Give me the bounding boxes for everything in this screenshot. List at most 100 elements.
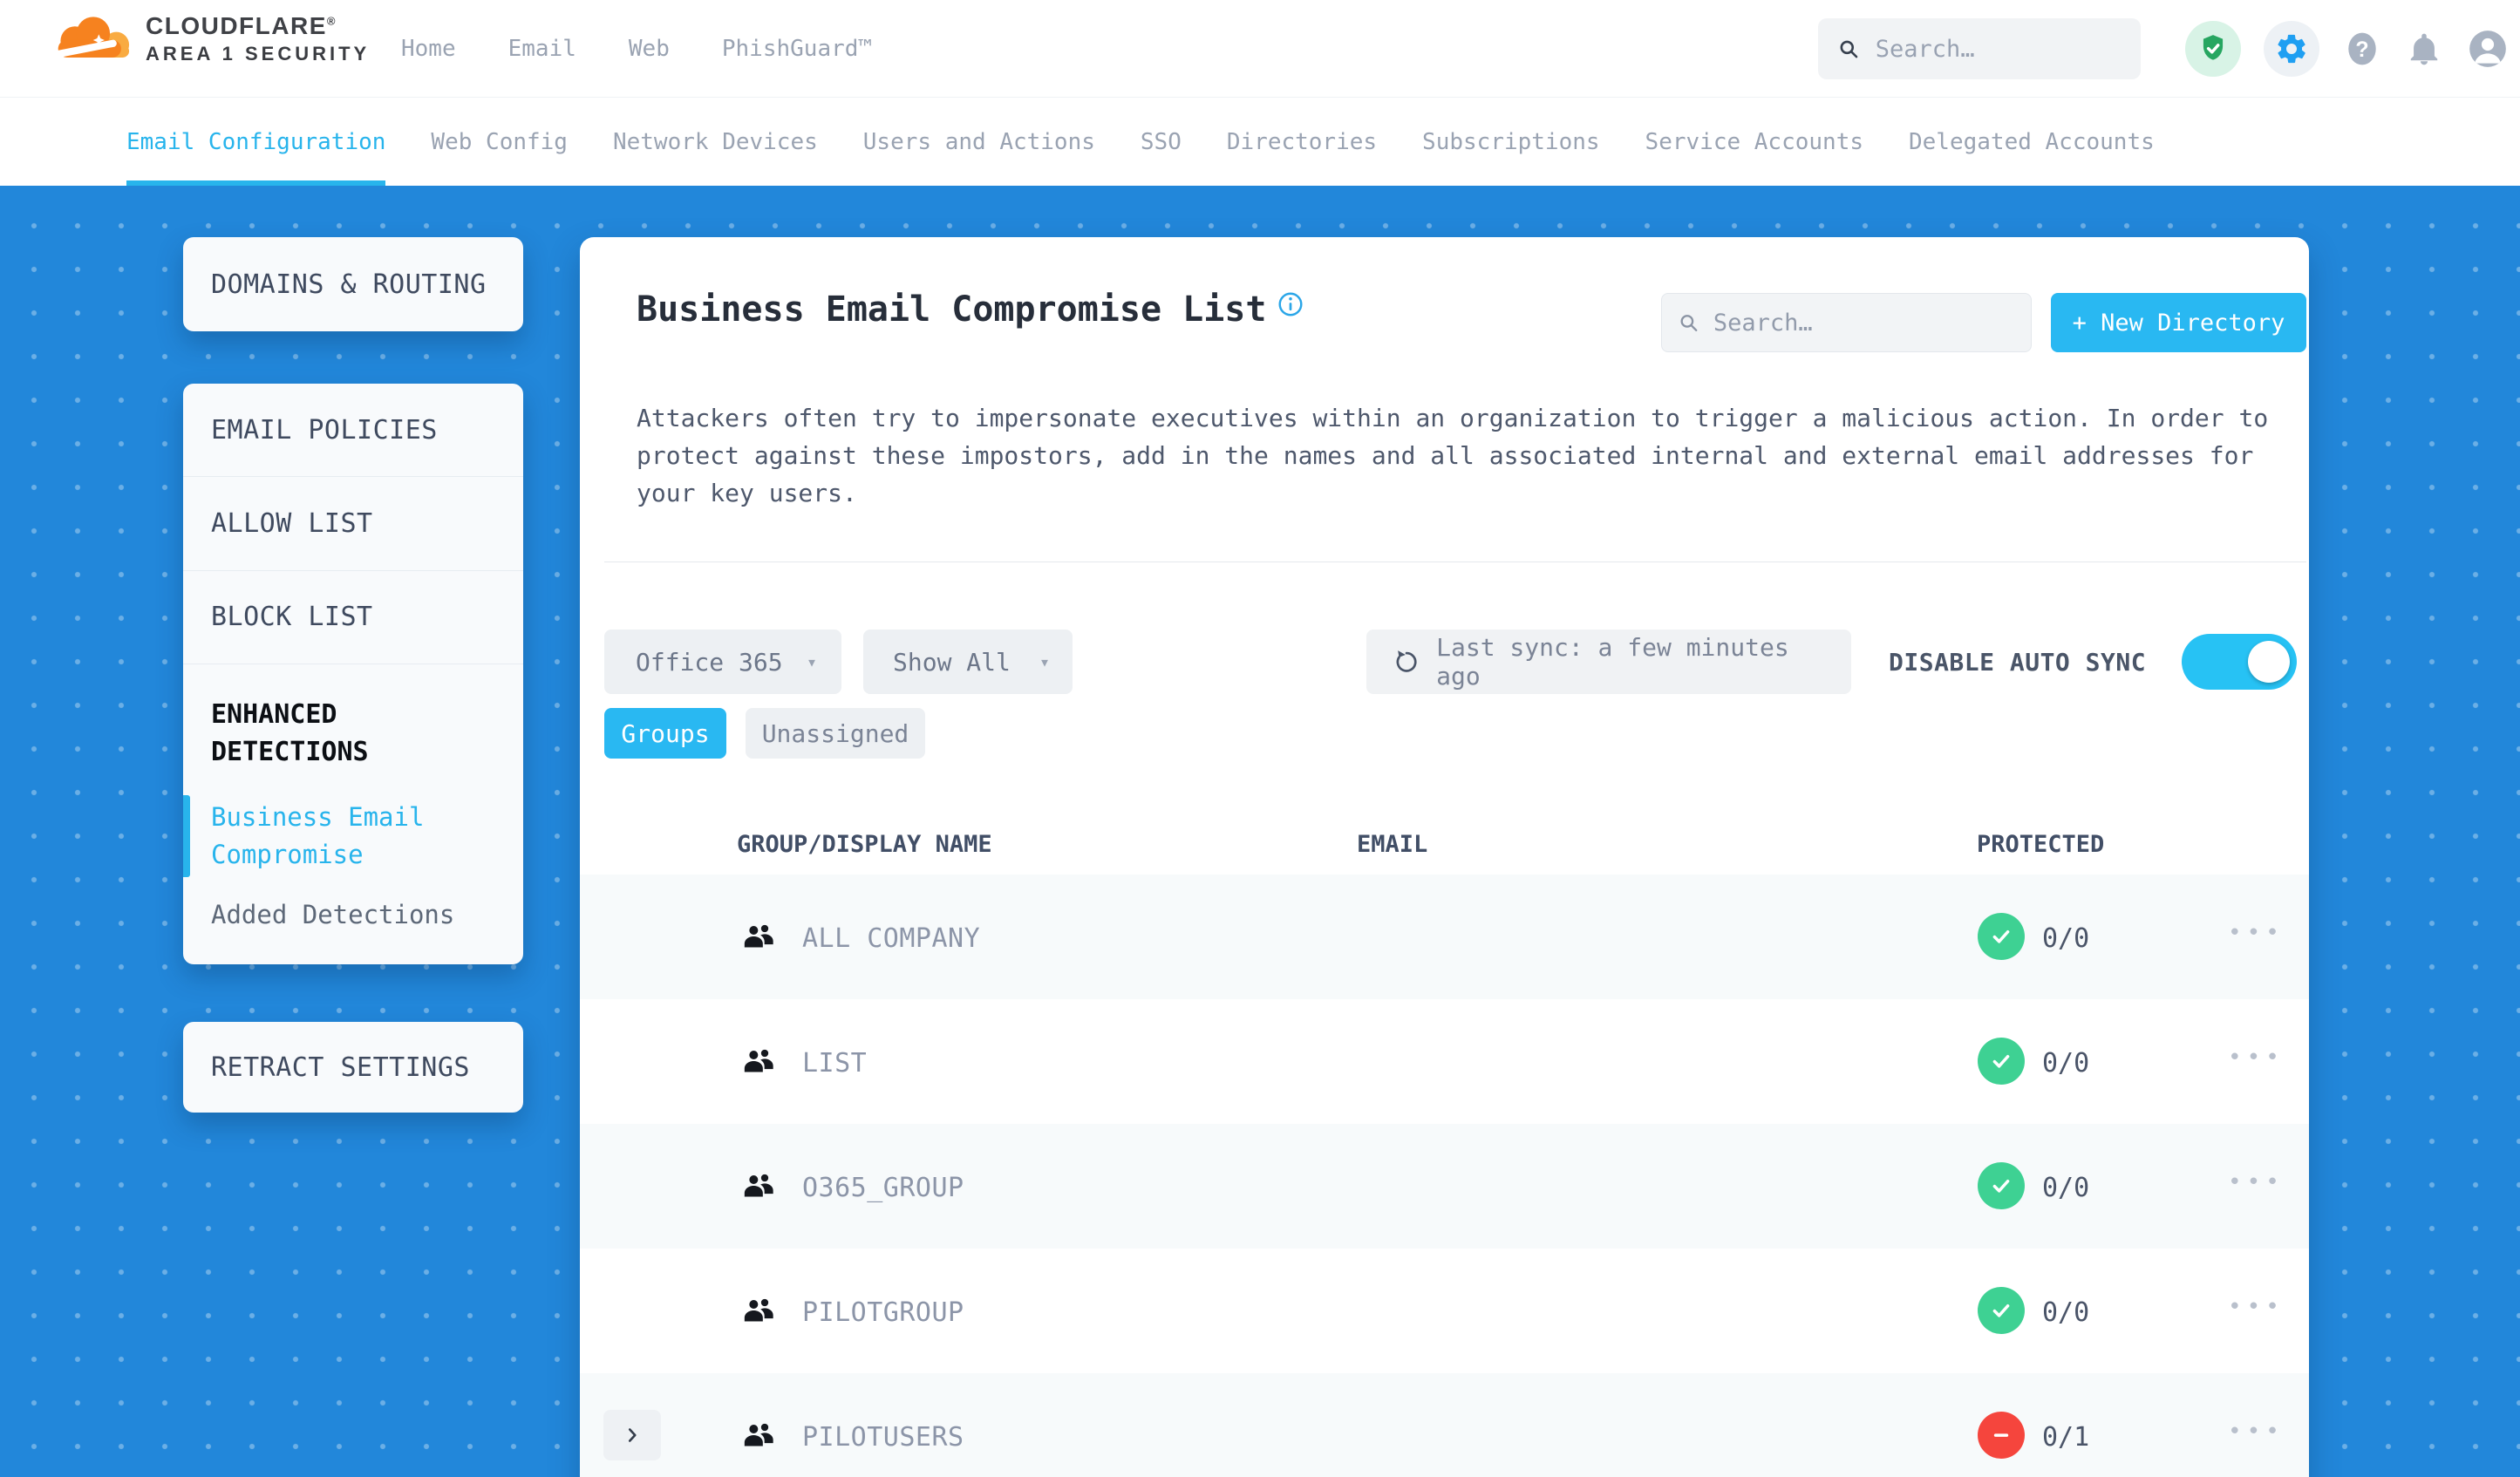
sidebar-item-added-detections[interactable]: Added Detections xyxy=(183,900,523,964)
group-icon xyxy=(744,1049,773,1072)
directory-type-value: Office 365 xyxy=(636,647,783,677)
protected-status-badge xyxy=(1978,1162,2025,1209)
sidebar-section-enhanced-detections: ENHANCED DETECTIONS xyxy=(211,698,369,767)
sidebar-item-allow-list[interactable]: ALLOW LIST xyxy=(183,508,373,539)
security-shield-button[interactable] xyxy=(2185,20,2241,77)
group-name: ALL COMPANY xyxy=(802,923,981,954)
svg-text:?: ? xyxy=(2355,37,2368,61)
protected-status-badge xyxy=(1978,913,2025,960)
show-filter-value: Show All xyxy=(893,647,1011,677)
protected-count: 0/0 xyxy=(2042,1173,2090,1203)
column-header-protected: PROTECTED xyxy=(1977,831,2105,858)
protected-count: 0/0 xyxy=(2042,1297,2090,1328)
group-icon xyxy=(744,1423,773,1446)
table-row[interactable]: PILOTGROUP 0/0 ••• xyxy=(580,1249,2309,1373)
nav-home[interactable]: Home xyxy=(401,36,456,62)
top-header: CLOUDFLARE® AREA 1 SECURITY Home Email W… xyxy=(0,0,2520,97)
tab-network-devices[interactable]: Network Devices xyxy=(613,98,818,186)
refresh-icon xyxy=(1396,650,1417,672)
row-menu-button[interactable]: ••• xyxy=(2228,1294,2285,1320)
sidebar-item-retract-settings[interactable]: RETRACT SETTINGS xyxy=(183,1052,470,1083)
tab-delegated-accounts[interactable]: Delegated Accounts xyxy=(1909,98,2155,186)
view-tab-unassigned[interactable]: Unassigned xyxy=(746,708,925,759)
group-name: O365_GROUP xyxy=(802,1173,964,1203)
auto-sync-toggle[interactable] xyxy=(2182,634,2297,690)
nav-web[interactable]: Web xyxy=(629,36,670,62)
row-menu-button[interactable]: ••• xyxy=(2228,1419,2285,1445)
sidebar-item-email-policies[interactable]: EMAIL POLICIES xyxy=(183,415,438,446)
column-header-group-display-name: GROUP/DISPLAY NAME xyxy=(737,831,992,858)
protected-status-badge xyxy=(1978,1412,2025,1459)
page-title: Business Email Compromise List xyxy=(637,289,1267,330)
gear-icon xyxy=(2278,34,2305,63)
question-icon: ? xyxy=(2348,32,2376,65)
help-button[interactable]: ? xyxy=(2342,29,2382,69)
table-header: GROUP/DISPLAY NAME EMAIL PROTECTED xyxy=(580,815,2309,875)
secondary-nav: Email Configuration Web Config Network D… xyxy=(0,97,2520,186)
row-menu-button[interactable]: ••• xyxy=(2228,920,2285,946)
account-button[interactable] xyxy=(2466,27,2510,71)
table-row[interactable]: PILOTUSERS 0/1 ••• xyxy=(580,1373,2309,1477)
protected-count: 0/0 xyxy=(2042,1048,2090,1079)
protected-count: 0/1 xyxy=(2042,1422,2090,1453)
tab-email-configuration[interactable]: Email Configuration xyxy=(126,98,386,186)
user-avatar-icon xyxy=(2469,30,2506,67)
show-filter-dropdown[interactable]: Show All ▾ xyxy=(863,630,1073,694)
new-directory-button[interactable]: + New Directory xyxy=(2051,293,2306,352)
expand-row-button[interactable] xyxy=(603,1410,661,1460)
group-icon xyxy=(744,1174,773,1197)
table-row[interactable]: LIST 0/0 ••• xyxy=(580,999,2309,1124)
tab-sso[interactable]: SSO xyxy=(1141,98,1182,186)
table-row[interactable]: ALL COMPANY 0/0 ••• xyxy=(580,875,2309,999)
nav-phishguard[interactable]: PhishGuard™ xyxy=(722,36,872,62)
global-search-input[interactable] xyxy=(1873,34,2122,64)
row-menu-button[interactable]: ••• xyxy=(2228,1169,2285,1195)
tab-subscriptions[interactable]: Subscriptions xyxy=(1422,98,1600,186)
tab-web-config[interactable]: Web Config xyxy=(431,98,568,186)
group-name: LIST xyxy=(802,1048,868,1079)
protected-status-badge xyxy=(1978,1038,2025,1085)
cloudflare-logo[interactable]: CLOUDFLARE® AREA 1 SECURITY xyxy=(48,10,370,66)
table-row[interactable]: O365_GROUP 0/0 ••• xyxy=(580,1124,2309,1249)
tab-service-accounts[interactable]: Service Accounts xyxy=(1645,98,1863,186)
notifications-button[interactable] xyxy=(2405,30,2443,68)
caret-down-icon: ▾ xyxy=(806,651,817,672)
sidebar-card-retract-settings[interactable]: RETRACT SETTINGS xyxy=(183,1022,523,1113)
settings-button[interactable] xyxy=(2264,20,2319,77)
group-icon xyxy=(744,924,773,948)
header-icon-row: ? xyxy=(2185,0,2510,97)
new-directory-label: + New Directory xyxy=(2072,309,2285,337)
main-content-card: Business Email Compromise List + New Dir… xyxy=(580,237,2309,1477)
shield-check-icon xyxy=(2203,34,2224,60)
search-icon xyxy=(1680,315,1698,331)
directory-search[interactable] xyxy=(1661,293,2032,352)
sidebar-card-domains-routing[interactable]: DOMAINS & ROUTING xyxy=(183,237,523,331)
column-header-email: EMAIL xyxy=(1357,831,1428,858)
sidebar-item-block-list[interactable]: BLOCK LIST xyxy=(183,602,373,632)
search-icon xyxy=(1840,40,1858,58)
view-tab-groups[interactable]: Groups xyxy=(604,708,726,759)
row-menu-button[interactable]: ••• xyxy=(2228,1045,2285,1071)
last-sync-label: Last sync: a few minutes ago xyxy=(1436,633,1789,691)
tab-directories[interactable]: Directories xyxy=(1227,98,1377,186)
sidebar-item-business-email-compromise[interactable]: Business Email Compromise xyxy=(183,793,523,879)
logo-title: CLOUDFLARE® xyxy=(146,11,337,39)
secondary-nav-tabs: Email Configuration Web Config Network D… xyxy=(126,98,2155,186)
protected-count: 0/0 xyxy=(2042,923,2090,954)
page-description: Attackers often try to impersonate execu… xyxy=(637,404,2269,507)
nav-email[interactable]: Email xyxy=(508,36,576,62)
directory-search-input[interactable] xyxy=(1711,308,2015,337)
info-icon[interactable] xyxy=(1277,291,1304,321)
directory-type-dropdown[interactable]: Office 365 ▾ xyxy=(604,630,841,694)
global-search[interactable] xyxy=(1818,18,2141,79)
group-name: PILOTGROUP xyxy=(802,1297,964,1328)
registered-mark: ® xyxy=(326,14,337,28)
sidebar-item-domains-routing[interactable]: DOMAINS & ROUTING xyxy=(183,269,487,300)
cloudflare-cloud-icon xyxy=(49,17,130,59)
tab-users-and-actions[interactable]: Users and Actions xyxy=(863,98,1095,186)
protected-status-badge xyxy=(1978,1287,2025,1334)
chevron-right-icon xyxy=(628,1428,637,1442)
sidebar-card-policies: EMAIL POLICIES ALLOW LIST BLOCK LIST ENH… xyxy=(183,384,523,964)
toggle-knob xyxy=(2248,641,2290,683)
last-sync-button[interactable]: Last sync: a few minutes ago xyxy=(1366,630,1851,694)
